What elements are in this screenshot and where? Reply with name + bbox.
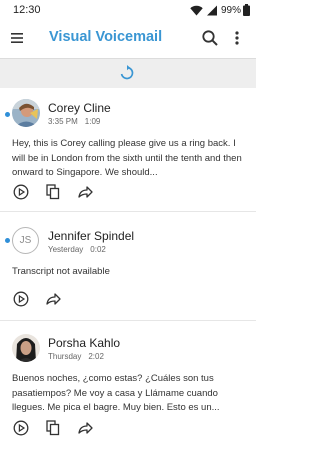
voicemail-date: Thursday [48, 352, 82, 361]
share-icon [78, 422, 93, 434]
voicemail-duration: 2:02 [88, 352, 104, 361]
menu-icon[interactable] [11, 31, 25, 45]
search-icon[interactable] [201, 29, 219, 47]
play-button[interactable] [12, 183, 30, 201]
play-icon [13, 291, 29, 307]
refresh-bar [0, 59, 256, 88]
share-button[interactable] [76, 183, 94, 201]
voicemail-meta: Thursday 2:02 [48, 352, 111, 361]
share-icon [46, 293, 61, 305]
wifi-icon [190, 5, 203, 15]
voicemail-actions [12, 183, 108, 201]
play-icon [13, 420, 29, 436]
voicemail-actions [12, 419, 108, 437]
avatar [12, 334, 40, 362]
caller-name: Porsha Kahlo [48, 336, 121, 350]
copy-button[interactable] [44, 183, 62, 201]
avatar [12, 99, 40, 127]
refresh-icon[interactable] [119, 65, 135, 81]
status-bar: 12:30 99% [0, 0, 256, 20]
voicemail-duration: 0:02 [90, 245, 106, 254]
avatar: JS [12, 227, 39, 254]
battery-icon [243, 4, 250, 16]
share-button[interactable] [76, 419, 94, 437]
share-icon [78, 186, 93, 198]
copy-icon [46, 184, 60, 200]
status-indicators: 99% [190, 3, 250, 17]
voicemail-meta: Yesterday 0:02 [48, 245, 113, 254]
voicemail-meta: 3:35 PM 1:09 [48, 117, 107, 126]
voicemail-item[interactable]: Corey Cline 3:35 PM 1:09 Hey, this is Cor… [0, 89, 256, 211]
share-button[interactable] [44, 290, 62, 308]
voicemail-date: Yesterday [48, 245, 84, 254]
signal-icon [206, 5, 217, 15]
voicemail-actions [12, 290, 76, 308]
transcript-text: Transcript not available [12, 266, 110, 277]
transcript-text: Buenos noches, ¿como estas? ¿Cuáles son … [12, 373, 220, 413]
status-time: 12:30 [13, 4, 41, 16]
unread-indicator [5, 238, 10, 243]
voicemail-duration: 1:09 [84, 117, 101, 126]
more-vert-icon[interactable] [232, 29, 242, 47]
transcript-text: Hey, this is Corey calling please give u… [12, 138, 242, 178]
voicemail-date: 3:35 PM [48, 117, 78, 126]
play-button[interactable] [12, 419, 30, 437]
voicemail-item[interactable]: JS Jennifer Spindel Yesterday 0:02 Transc… [0, 212, 256, 320]
battery-percent: 99% [220, 4, 241, 16]
play-icon [13, 184, 29, 200]
copy-icon [46, 420, 60, 436]
caller-name: Jennifer Spindel [48, 229, 135, 243]
copy-button[interactable] [44, 419, 62, 437]
caller-name: Corey Cline [48, 101, 111, 115]
voicemail-item[interactable]: Porsha Kahlo Thursday 2:02 Buenos noches,… [0, 321, 256, 450]
unread-indicator [5, 112, 10, 117]
play-button[interactable] [12, 290, 30, 308]
page-title: Visual Voicemail [49, 29, 163, 45]
app-bar: Visual Voicemail [0, 20, 256, 59]
